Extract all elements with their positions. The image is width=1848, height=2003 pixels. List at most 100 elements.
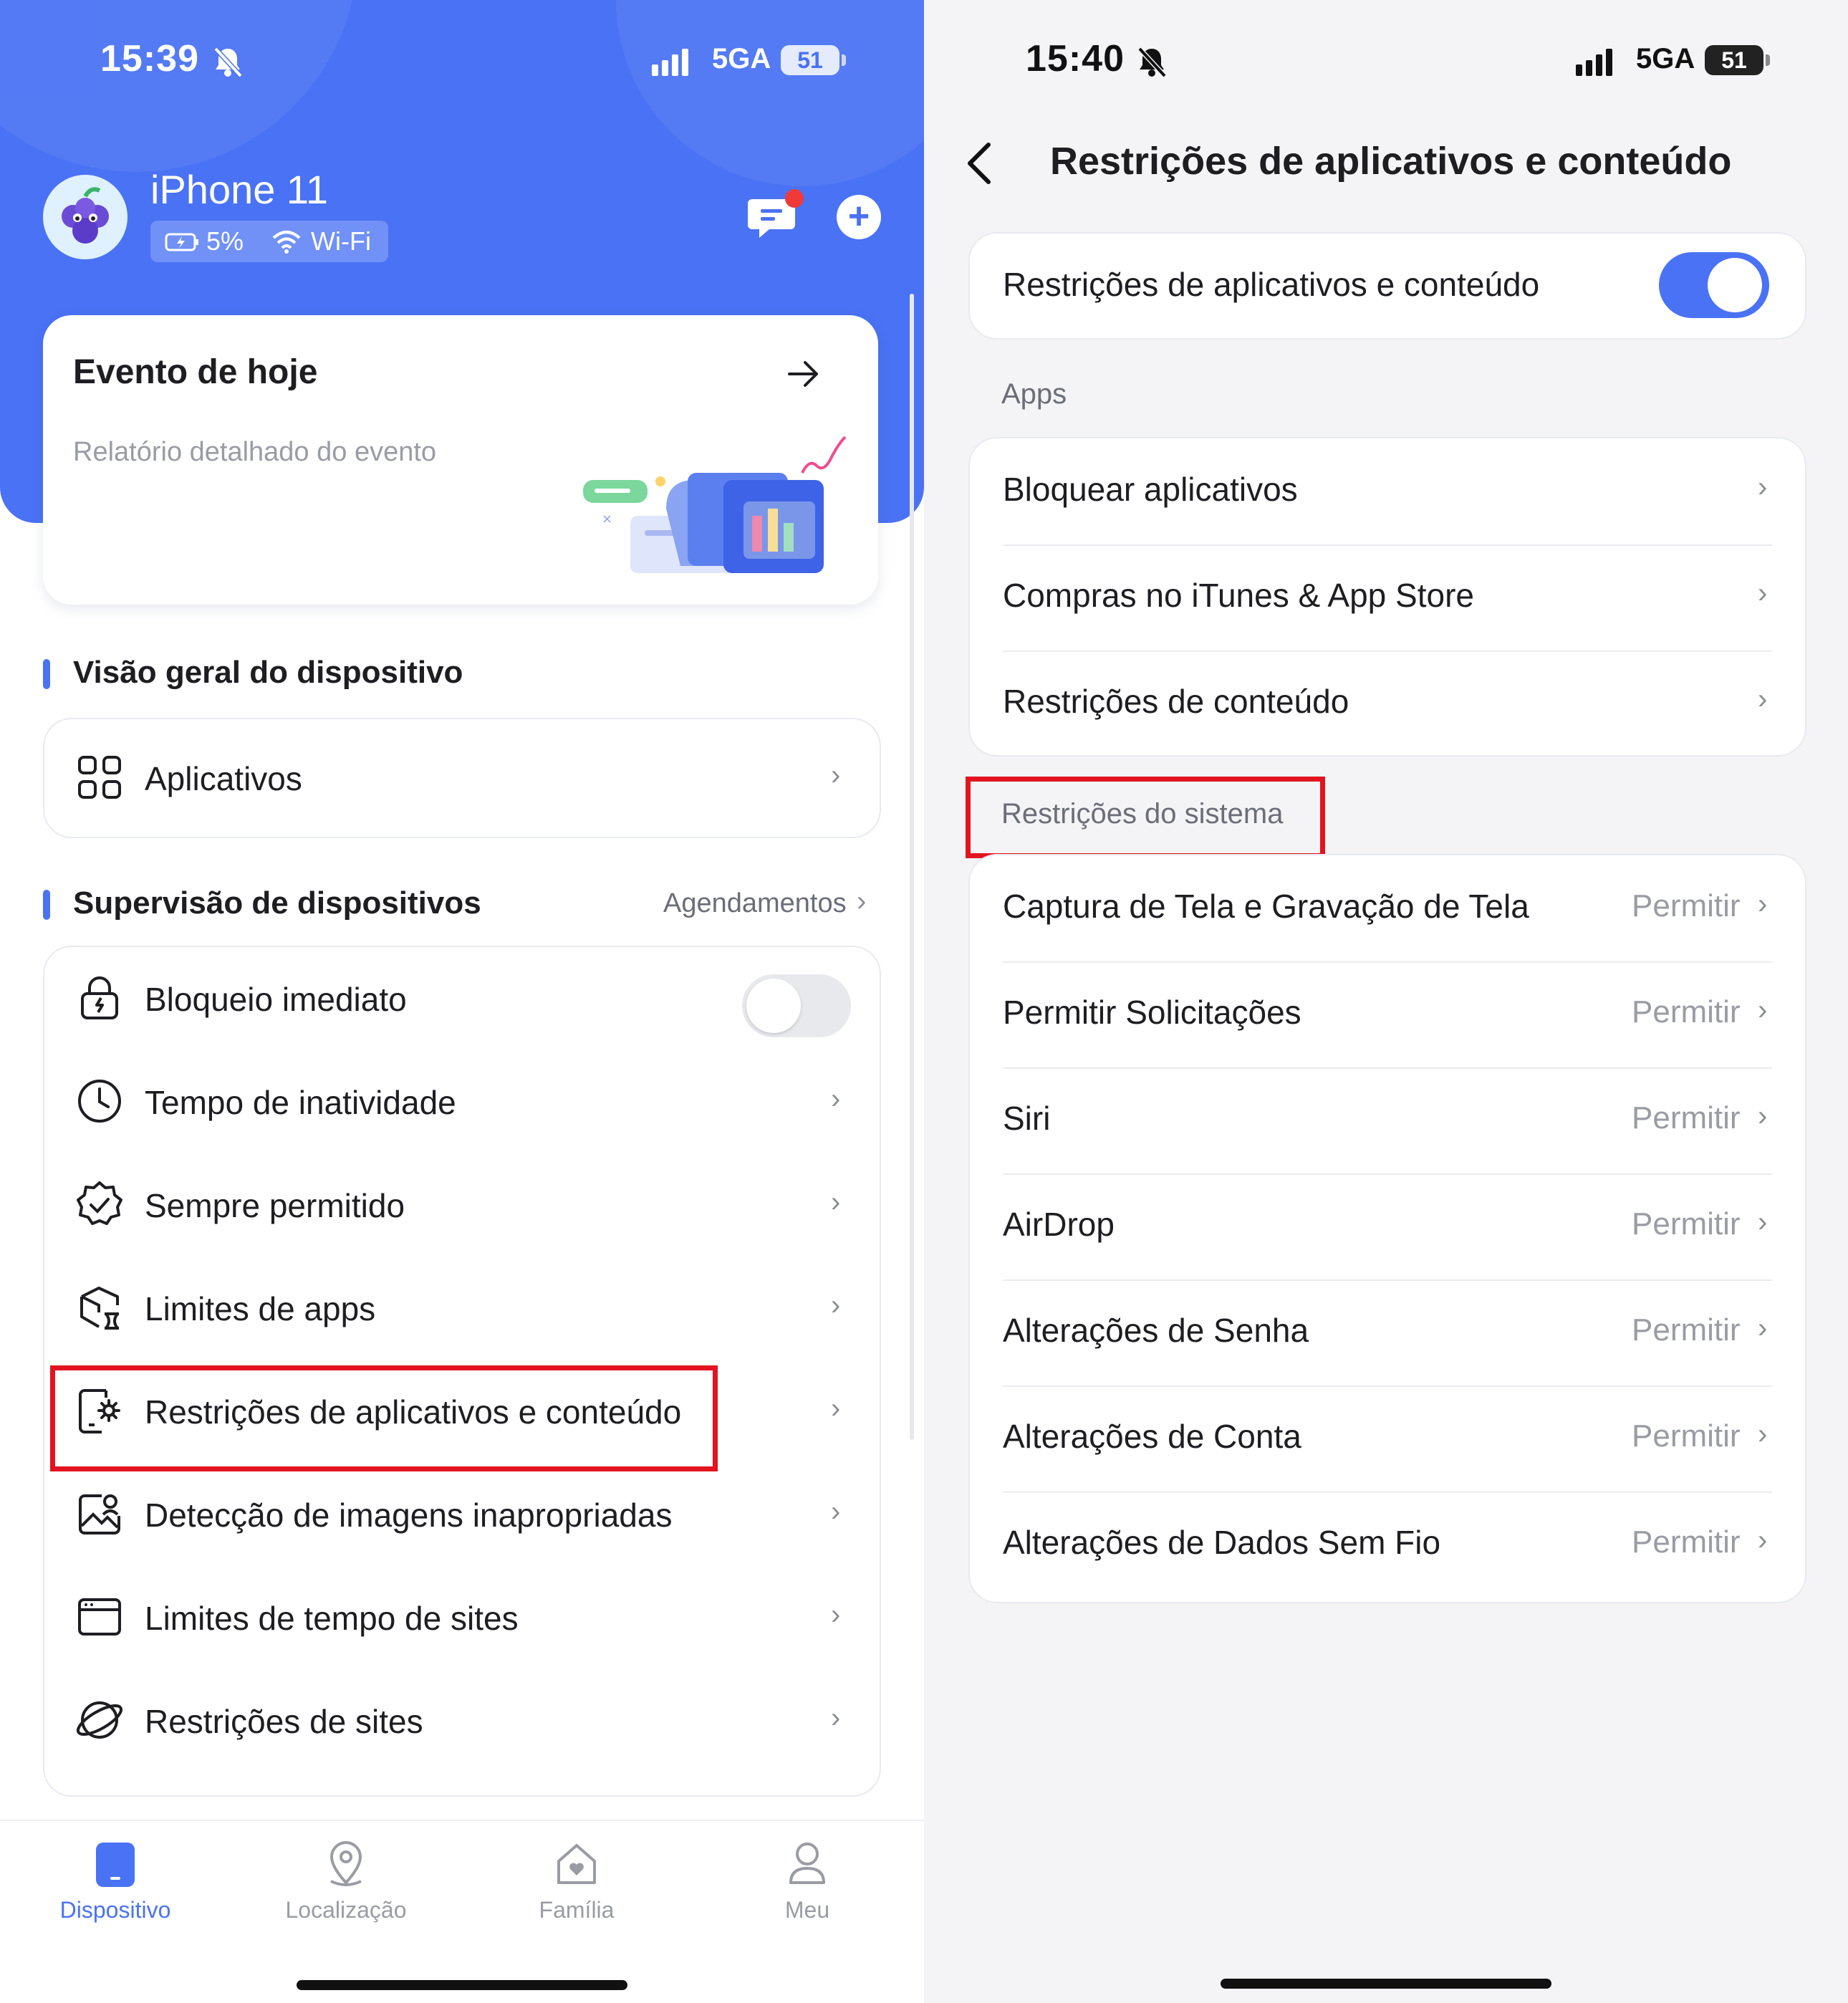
- list-item-passcode-changes[interactable]: Alterações de Senha Permitir ›: [970, 1279, 1805, 1385]
- list-item-label: Sempre permitido: [145, 1187, 405, 1224]
- device-name: iPhone 11: [150, 167, 329, 212]
- master-toggle-card: Restrições de aplicativos e conteúdo: [968, 232, 1806, 340]
- overview-title: Visão geral do dispositivo: [73, 655, 463, 690]
- list-item-content-restrictions[interactable]: Restrições de conteúdo ›: [970, 650, 1805, 756]
- list-item-label: Restrições de sites: [145, 1703, 423, 1740]
- list-item-itunes-purchases[interactable]: Compras no iTunes & App Store ›: [970, 544, 1805, 650]
- tab-device[interactable]: Dispositivo: [0, 1821, 231, 1950]
- list-item-value: Permitir: [1632, 1312, 1741, 1348]
- apps-row[interactable]: Aplicativos ›: [43, 718, 881, 838]
- check-badge-icon: [74, 1179, 125, 1229]
- event-card-title: Evento de hoje: [73, 353, 318, 391]
- list-item-screen-capture[interactable]: Captura de Tela e Gravação de Tela Permi…: [970, 855, 1805, 961]
- list-item-image-detection[interactable]: Detecção de imagens inapropriadas ›: [44, 1463, 880, 1566]
- list-item-app-limits[interactable]: Limites de apps ›: [44, 1257, 880, 1360]
- chevron-right-icon: ›: [1758, 683, 1768, 715]
- clock-icon: [74, 1076, 125, 1126]
- notification-dot: [785, 189, 804, 208]
- arrow-right-icon[interactable]: [786, 358, 821, 390]
- list-item-label: Detecção de imagens inapropriadas: [145, 1497, 673, 1534]
- list-item-site-restrictions[interactable]: Restrições de sites ›: [44, 1669, 880, 1772]
- image-detect-icon: [74, 1489, 125, 1539]
- grape-avatar-icon: [62, 187, 109, 244]
- today-event-card[interactable]: Evento de hoje Relatório detalhado do ev…: [43, 315, 878, 605]
- list-item-site-time-limits[interactable]: Limites de tempo de sites ›: [44, 1566, 880, 1669]
- avatar[interactable]: [43, 175, 127, 259]
- tab-label: Família: [539, 1897, 615, 1923]
- bell-muted-icon: [1137, 47, 1167, 78]
- battery-indicator: 51: [781, 45, 839, 75]
- apps-grid-icon: [74, 752, 125, 802]
- list-item-label: Permitir Solicitações: [1003, 994, 1301, 1031]
- svg-text:×: ×: [602, 511, 612, 527]
- device-screen: 15:39 5GA 51 iPhone 11 5% Wi-Fi + Evento…: [0, 0, 924, 2003]
- network-label: 5GA: [1636, 43, 1695, 75]
- page-title: Restrições de aplicativos e conteúdo: [1050, 140, 1732, 183]
- event-report-illustration: ×: [583, 436, 847, 573]
- chevron-right-icon: ›: [831, 1599, 841, 1630]
- lock-icon: [74, 973, 125, 1023]
- battery-charging-icon: [165, 233, 198, 251]
- list-item-label: Alterações de Senha: [1003, 1312, 1309, 1349]
- chevron-right-icon: ›: [1758, 471, 1768, 503]
- list-item-account-changes[interactable]: Alterações de Conta Permitir ›: [970, 1385, 1805, 1492]
- home-heart-icon: [557, 1844, 596, 1884]
- chevron-right-icon: ›: [831, 1083, 841, 1115]
- back-chevron-icon[interactable]: [963, 140, 994, 186]
- list-item-instant-lock[interactable]: Bloqueio imediato: [44, 947, 880, 1050]
- connection-label: Wi-Fi: [311, 226, 371, 256]
- schedules-link[interactable]: Agendamentos: [663, 888, 847, 919]
- chevron-right-icon: ›: [831, 1186, 841, 1218]
- list-item-label: Captura de Tela e Gravação de Tela: [1003, 888, 1529, 925]
- battery-percent: 5%: [206, 226, 244, 256]
- apps-row-label: Aplicativos: [145, 760, 302, 797]
- list-item-label: Siri: [1003, 1100, 1051, 1137]
- list-item-label: Restrições de conteúdo: [1003, 683, 1349, 720]
- highlight-box: [50, 1365, 718, 1471]
- tab-label: Localização: [285, 1897, 407, 1923]
- tab-location[interactable]: Localização: [231, 1821, 461, 1950]
- master-toggle[interactable]: [1659, 252, 1769, 318]
- planet-icon: [74, 1695, 125, 1745]
- chevron-right-icon: ›: [831, 1289, 841, 1321]
- list-item-value: Permitir: [1632, 1418, 1741, 1454]
- tab-me[interactable]: Meu: [692, 1821, 923, 1950]
- bell-muted-icon: [213, 47, 243, 78]
- system-section-list: Captura de Tela e Gravação de Tela Permi…: [968, 854, 1806, 1603]
- add-device-button[interactable]: +: [837, 195, 881, 239]
- chevron-right-icon: ›: [1758, 994, 1768, 1026]
- battery-indicator: 51: [1705, 45, 1763, 75]
- list-item-value: Permitir: [1632, 1100, 1741, 1135]
- chevron-right-icon: ›: [831, 1393, 841, 1424]
- list-item-block-apps[interactable]: Bloquear aplicativos ›: [970, 438, 1805, 544]
- scrollbar[interactable]: [910, 294, 914, 1440]
- chevron-right-icon: ›: [1758, 1418, 1768, 1450]
- tab-bar: Dispositivo Localização Família Meu: [0, 1820, 924, 2003]
- home-indicator: [1221, 1979, 1551, 1989]
- list-item-value: Permitir: [1632, 994, 1741, 1029]
- tab-family[interactable]: Família: [461, 1821, 692, 1950]
- list-item-label: Alterações de Conta: [1003, 1418, 1301, 1455]
- list-item-siri[interactable]: Siri Permitir ›: [970, 1067, 1805, 1173]
- list-item-allow-requests[interactable]: Permitir Solicitações Permitir ›: [970, 961, 1805, 1067]
- list-item-always-allowed[interactable]: Sempre permitido ›: [44, 1153, 880, 1257]
- browser-icon: [74, 1592, 125, 1642]
- list-item-downtime[interactable]: Tempo de inatividade ›: [44, 1050, 880, 1153]
- chevron-right-icon: ›: [1758, 1100, 1768, 1132]
- chevron-right-icon: ›: [1758, 1312, 1768, 1344]
- list-item-airdrop[interactable]: AirDrop Permitir ›: [970, 1173, 1805, 1279]
- instant-lock-toggle[interactable]: [742, 974, 851, 1037]
- chevron-right-icon: ›: [1758, 1206, 1768, 1238]
- list-item-label: Alterações de Dados Sem Fio: [1003, 1524, 1441, 1561]
- apps-section-list: Bloquear aplicativos › Compras no iTunes…: [968, 437, 1806, 756]
- master-toggle-label: Restrições de aplicativos e conteúdo: [1003, 266, 1540, 303]
- list-item-label: Limites de tempo de sites: [145, 1600, 519, 1637]
- chevron-right-icon: ›: [857, 885, 867, 917]
- person-icon: [789, 1843, 825, 1884]
- status-time: 15:39: [100, 38, 199, 80]
- chevron-right-icon: ›: [1758, 577, 1768, 609]
- list-item-wireless-data-changes[interactable]: Alterações de Dados Sem Fio Permitir ›: [970, 1492, 1805, 1598]
- list-item-value: Permitir: [1632, 1206, 1741, 1241]
- device-status-chip: 5% Wi-Fi: [150, 221, 388, 262]
- chevron-right-icon: ›: [831, 1702, 841, 1734]
